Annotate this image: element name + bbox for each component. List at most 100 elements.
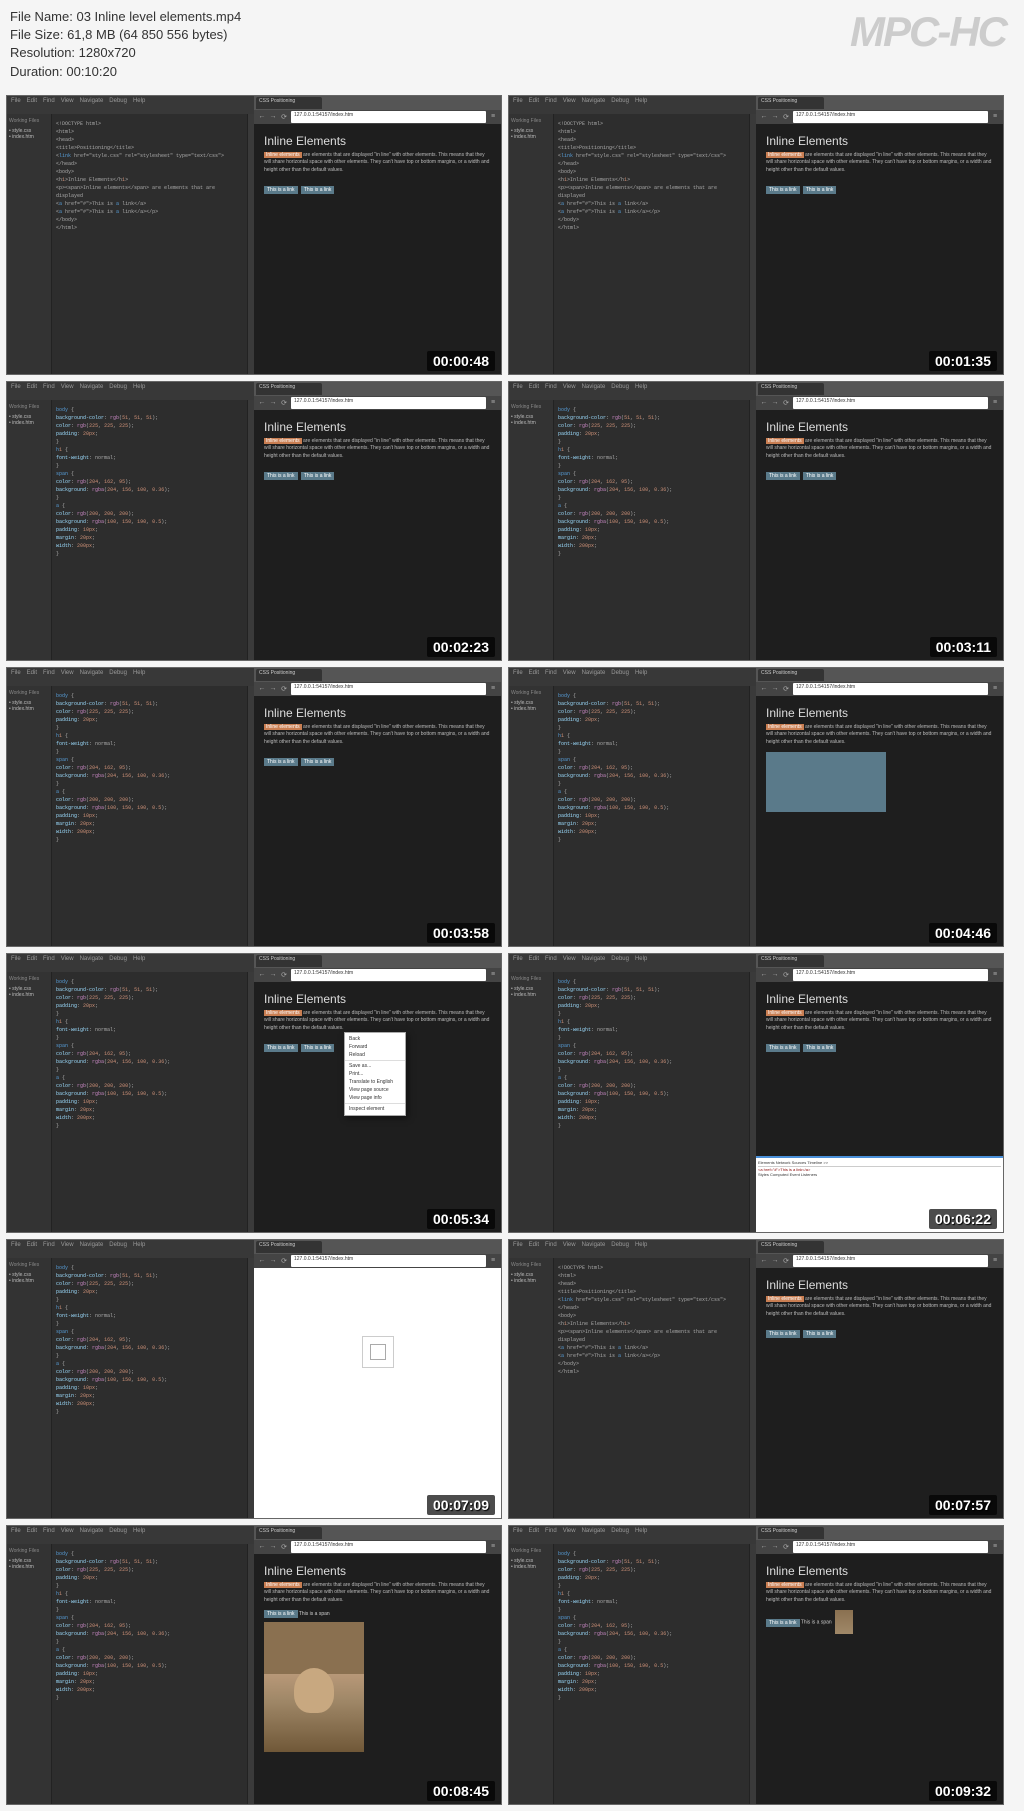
menu-item[interactable]: Find	[43, 1242, 55, 1256]
menu-item[interactable]: Find	[545, 1528, 557, 1542]
menu-item[interactable]: View	[61, 670, 74, 684]
reload-icon[interactable]: ⟳	[782, 971, 790, 979]
url-field[interactable]: 127.0.0.1:54157/index.htm	[291, 1255, 486, 1267]
editor-menubar[interactable]: FileEditFindViewNavigateDebugHelp	[7, 1526, 254, 1544]
back-icon[interactable]: ←	[258, 113, 266, 121]
menu-icon[interactable]: ≡	[489, 1543, 497, 1551]
inline-link[interactable]: This is a link	[301, 186, 335, 194]
menu-item[interactable]: View	[61, 98, 74, 112]
menu-item[interactable]: View	[61, 1242, 74, 1256]
editor-menubar[interactable]: FileEditFindViewNavigateDebugHelp	[509, 1526, 756, 1544]
menu-item[interactable]: View	[563, 384, 576, 398]
forward-icon[interactable]: →	[771, 1543, 779, 1551]
inline-link[interactable]: This is a link	[766, 1330, 800, 1338]
menu-item[interactable]: Help	[635, 384, 647, 398]
back-icon[interactable]: ←	[258, 1543, 266, 1551]
menu-icon[interactable]: ≡	[489, 685, 497, 693]
menu-item[interactable]: View	[563, 956, 576, 970]
reload-icon[interactable]: ⟳	[280, 113, 288, 121]
menu-item[interactable]: Debug	[109, 98, 127, 112]
menu-icon[interactable]: ≡	[489, 399, 497, 407]
editor-menubar[interactable]: FileEditFindViewNavigateDebugHelp	[7, 96, 254, 114]
menu-item[interactable]: Edit	[27, 1242, 37, 1256]
reload-icon[interactable]: ⟳	[782, 1543, 790, 1551]
menu-item[interactable]: Find	[43, 956, 55, 970]
editor-menubar[interactable]: FileEditFindViewNavigateDebugHelp	[7, 668, 254, 686]
browser-tabbar[interactable]: CSS Positioning	[254, 1240, 501, 1254]
menu-item[interactable]: Edit	[27, 956, 37, 970]
context-menu-item[interactable]: View page source	[345, 1086, 405, 1094]
editor-menubar[interactable]: FileEditFindViewNavigateDebugHelp	[509, 1240, 756, 1258]
forward-icon[interactable]: →	[269, 685, 277, 693]
forward-icon[interactable]: →	[771, 113, 779, 121]
browser-tabbar[interactable]: CSS Positioning	[254, 668, 501, 682]
url-field[interactable]: 127.0.0.1:54157/index.htm	[291, 1541, 486, 1553]
forward-icon[interactable]: →	[269, 113, 277, 121]
forward-icon[interactable]: →	[771, 1257, 779, 1265]
editor-menubar[interactable]: FileEditFindViewNavigateDebugHelp	[7, 1240, 254, 1258]
menu-item[interactable]: Edit	[529, 1528, 539, 1542]
editor-menubar[interactable]: FileEditFindViewNavigateDebugHelp	[509, 954, 756, 972]
editor-sidebar[interactable]: Working Files• style.css• index.htm	[509, 400, 554, 660]
editor-sidebar[interactable]: Working Files• style.css• index.htm	[7, 114, 52, 374]
menu-item[interactable]: View	[563, 1242, 576, 1256]
menu-item[interactable]: Debug	[611, 1242, 629, 1256]
menu-item[interactable]: Debug	[611, 98, 629, 112]
menu-item[interactable]: Edit	[27, 98, 37, 112]
inline-link[interactable]: This is a link	[766, 1619, 800, 1627]
browser-tabbar[interactable]: CSS Positioning	[254, 96, 501, 110]
url-field[interactable]: 127.0.0.1:54157/index.htm	[793, 397, 988, 409]
inline-link[interactable]: This is a link	[803, 186, 837, 194]
menu-item[interactable]: File	[11, 670, 21, 684]
menu-item[interactable]: Debug	[611, 670, 629, 684]
reload-icon[interactable]: ⟳	[280, 399, 288, 407]
back-icon[interactable]: ←	[258, 971, 266, 979]
back-icon[interactable]: ←	[760, 971, 768, 979]
menu-item[interactable]: Find	[545, 956, 557, 970]
browser-tab[interactable]: CSS Positioning	[256, 383, 322, 395]
menu-icon[interactable]: ≡	[991, 685, 999, 693]
menu-item[interactable]: Help	[133, 1242, 145, 1256]
menu-item[interactable]: Navigate	[582, 1528, 606, 1542]
code-area[interactable]: <!DOCTYPE html><html> <head> <title>Posi…	[554, 1258, 749, 1518]
inline-link[interactable]: This is a link	[264, 1610, 298, 1618]
menu-icon[interactable]: ≡	[991, 399, 999, 407]
reload-icon[interactable]: ⟳	[782, 399, 790, 407]
browser-tabbar[interactable]: CSS Positioning	[254, 954, 501, 968]
menu-item[interactable]: File	[513, 670, 523, 684]
back-icon[interactable]: ←	[258, 1257, 266, 1265]
menu-item[interactable]: Find	[43, 98, 55, 112]
menu-item[interactable]: Navigate	[582, 1242, 606, 1256]
menu-icon[interactable]: ≡	[489, 1257, 497, 1265]
menu-item[interactable]: Find	[43, 384, 55, 398]
menu-item[interactable]: Find	[545, 98, 557, 112]
reload-icon[interactable]: ⟳	[782, 113, 790, 121]
inline-link[interactable]: This is a link	[264, 1044, 298, 1052]
menu-item[interactable]: File	[513, 1242, 523, 1256]
context-menu-item[interactable]: Save as...	[345, 1062, 405, 1070]
menu-item[interactable]: Debug	[109, 670, 127, 684]
code-area[interactable]: body { background-color: rgb(51, 51, 51)…	[554, 972, 749, 1232]
menu-item[interactable]: Navigate	[582, 670, 606, 684]
menu-item[interactable]: Find	[43, 670, 55, 684]
inline-link[interactable]: This is a link	[766, 1044, 800, 1052]
menu-icon[interactable]: ≡	[489, 971, 497, 979]
browser-tabbar[interactable]: CSS Positioning	[254, 1526, 501, 1540]
menu-icon[interactable]: ≡	[489, 113, 497, 121]
menu-item[interactable]: Navigate	[80, 384, 104, 398]
browser-tabbar[interactable]: CSS Positioning	[756, 668, 1003, 682]
editor-menubar[interactable]: FileEditFindViewNavigateDebugHelp	[7, 954, 254, 972]
code-area[interactable]: <!DOCTYPE html><html> <head> <title>Posi…	[52, 114, 247, 374]
menu-item[interactable]: Help	[635, 1528, 647, 1542]
inline-link[interactable]: This is a link	[264, 186, 298, 194]
menu-item[interactable]: File	[513, 1528, 523, 1542]
editor-sidebar[interactable]: Working Files• style.css• index.htm	[509, 972, 554, 1232]
code-area[interactable]: body { background-color: rgb(51, 51, 51)…	[52, 400, 247, 660]
menu-item[interactable]: View	[61, 1528, 74, 1542]
url-field[interactable]: 127.0.0.1:54157/index.htm	[291, 969, 486, 981]
context-menu-item[interactable]: Back	[345, 1035, 405, 1043]
context-menu-item[interactable]: Print...	[345, 1070, 405, 1078]
browser-tabbar[interactable]: CSS Positioning	[756, 1240, 1003, 1254]
url-field[interactable]: 127.0.0.1:54157/index.htm	[291, 111, 486, 123]
url-field[interactable]: 127.0.0.1:54157/index.htm	[793, 111, 988, 123]
